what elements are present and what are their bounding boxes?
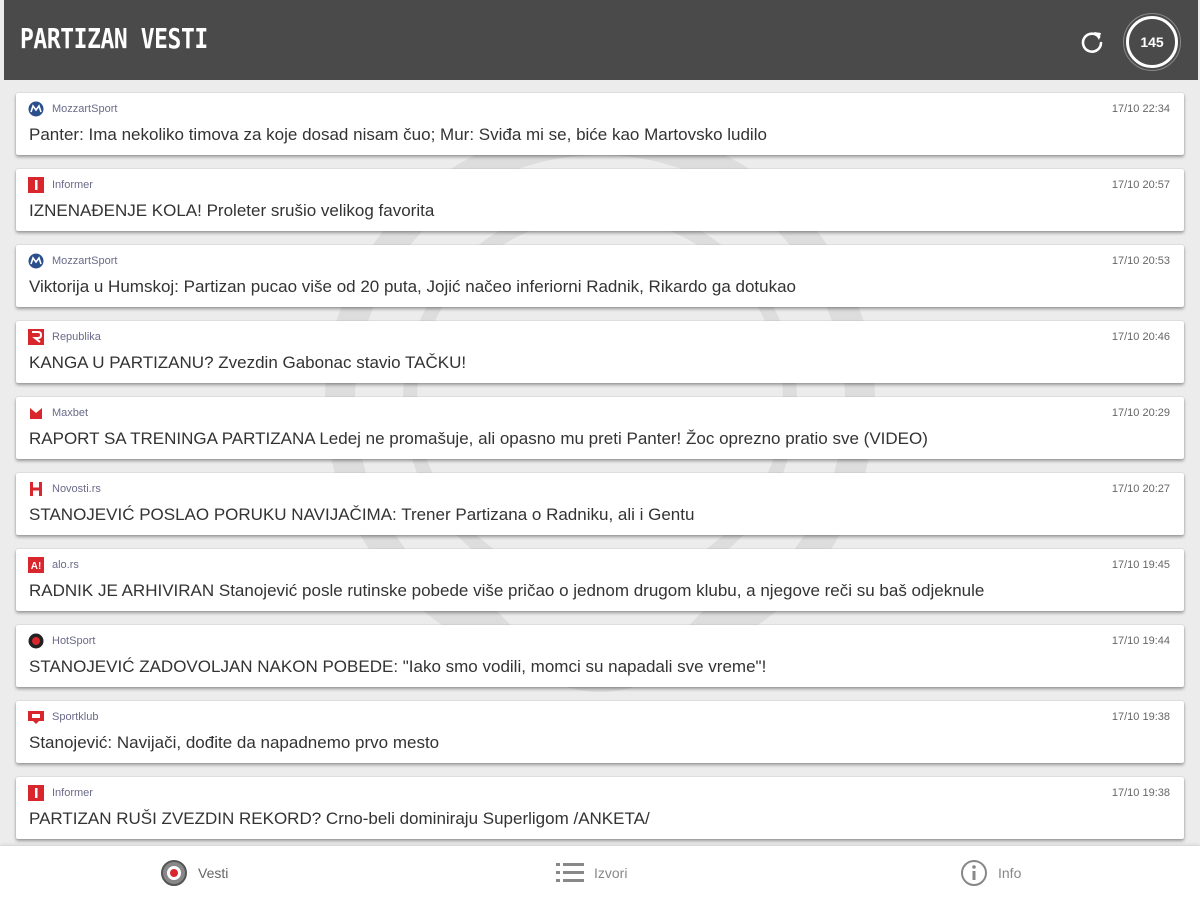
partizan-logo-icon [161, 860, 187, 886]
news-headline: RADNIK JE ARHIVIRAN Stanojević posle rut… [29, 581, 985, 600]
refresh-icon [1081, 32, 1103, 53]
news-timestamp: 17/10 20:57 [1111, 179, 1170, 191]
republika-icon [28, 329, 44, 345]
news-timestamp: 17/10 19:44 [1111, 635, 1170, 647]
news-timestamp: 17/10 20:27 [1111, 483, 1170, 495]
nav-tab-izvori-label: Izvori [594, 865, 628, 881]
news-card[interactable]: HotSport 17/10 19:44 STANOJEVIĆ ZADOVOLJAN… [16, 625, 1184, 687]
news-card[interactable]: Republika 17/10 20:46 KANGA U PARTIZANU? Z… [16, 321, 1184, 383]
news-source: MozzartSport [52, 255, 118, 267]
news-card[interactable]: MozzartSport 17/10 22:34 Panter: Ima nekol… [16, 93, 1184, 155]
news-source: Maxbet [52, 407, 89, 419]
news-card[interactable]: MozzartSport 17/10 20:53 Viktorija u Humsk… [16, 245, 1184, 307]
app-header: PARTIZAN VESTI 145 [4, 0, 1198, 80]
news-source: Novosti.rs [52, 483, 101, 495]
nav-tab-vesti-label: Vesti [198, 865, 229, 881]
news-card[interactable]: Informer 17/10 20:57 IZNENAĐENJE KOLA! Pro… [16, 169, 1184, 231]
news-timestamp: 17/10 19:45 [1111, 559, 1170, 571]
news-card[interactable]: Maxbet 17/10 20:29 RAPORT SA TRENINGA PART… [16, 397, 1184, 459]
alo-icon: A! [28, 557, 44, 573]
news-card[interactable]: Novosti.rs 17/10 20:27 STANOJEVIĆ POSLAO P… [16, 473, 1184, 535]
svg-text:A!: A! [31, 561, 42, 572]
news-timestamp: 17/10 20:46 [1111, 331, 1170, 343]
news-timestamp: 17/10 20:53 [1111, 255, 1170, 267]
news-source: Informer [52, 787, 93, 799]
nav-tab-vesti[interactable]: Vesti [160, 846, 228, 900]
news-headline: PARTIZAN RUŠI ZVEZDIN REKORD? Crno-beli … [29, 809, 650, 828]
news-card[interactable]: A! alo.rs 17/10 19:45 RADNIK JE ARHIVIRAN S… [16, 549, 1184, 611]
refresh-button[interactable] [1074, 24, 1110, 60]
news-headline: Panter: Ima nekoliko timova za koje dosa… [29, 125, 767, 144]
news-headline: RAPORT SA TRENINGA PARTIZANA Ledej ne pr… [29, 429, 928, 448]
news-source: Informer [52, 179, 93, 191]
news-headline: Viktorija u Humskoj: Partizan pucao više… [29, 277, 796, 296]
news-headline: IZNENAĐENJE KOLA! Proleter srušio veliko… [29, 201, 435, 220]
news-timestamp: 17/10 22:34 [1111, 103, 1170, 115]
news-feed: MozzartSport 17/10 22:34 Panter: Ima nekol… [16, 93, 1184, 853]
news-source: Republika [52, 331, 101, 343]
news-source: alo.rs [52, 559, 79, 571]
news-source: Sportklub [52, 711, 99, 723]
news-headline: STANOJEVIĆ POSLAO PORUKU NAVIJAČIMA: Tre… [29, 505, 695, 524]
mozzartsport-icon [28, 101, 44, 117]
news-card[interactable]: Informer 17/10 19:38 PARTIZAN RUŠI ZVEZDIN… [16, 777, 1184, 839]
news-source: HotSport [52, 635, 96, 647]
news-timestamp: 17/10 19:38 [1111, 711, 1170, 723]
novosti-icon [30, 482, 42, 496]
hotsport-icon [28, 633, 44, 649]
nav-tab-info[interactable]: Info [960, 846, 1021, 900]
news-headline: KANGA U PARTIZANU? Zvezdin Gabonac stavi… [29, 353, 467, 372]
nav-tab-info-label: Info [998, 865, 1022, 881]
bottom-navigation: Vesti Izvori Info [0, 846, 1200, 900]
news-headline: Stanojević: Navijači, dođite da napadnem… [29, 733, 440, 752]
maxbet-icon [30, 408, 42, 419]
news-count-badge[interactable]: 145 [1123, 13, 1181, 71]
informer-icon [28, 177, 44, 193]
news-timestamp: 17/10 19:38 [1111, 787, 1170, 799]
list-icon [556, 863, 584, 882]
app-title: PARTIZAN VESTI [20, 22, 208, 55]
news-source: MozzartSport [52, 103, 118, 115]
news-headline: STANOJEVIĆ ZADOVOLJAN NAKON POBEDE: "Iak… [29, 657, 767, 676]
mozzartsport-icon [28, 253, 44, 269]
info-icon [961, 860, 987, 886]
nav-tab-izvori[interactable]: Izvori [556, 846, 627, 900]
news-card[interactable]: Sportklub 17/10 19:38 Stanojević: Navijači… [16, 701, 1184, 763]
sportklub-icon [28, 711, 44, 724]
news-timestamp: 17/10 20:29 [1111, 407, 1170, 419]
informer-icon [28, 785, 44, 801]
